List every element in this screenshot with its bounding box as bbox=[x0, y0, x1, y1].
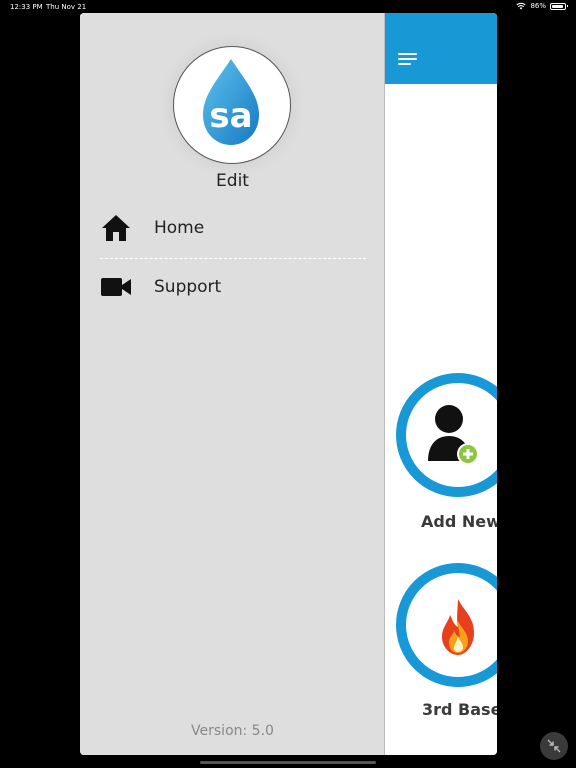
side-drawer: sa Edit Home Support Version: 5.0 bbox=[80, 13, 385, 755]
app-version: Version: 5.0 bbox=[191, 723, 274, 739]
drawer-item-label: Home bbox=[154, 218, 205, 238]
status-time: 12:33 PM bbox=[10, 3, 43, 11]
tile-label: 3rd Base bbox=[422, 700, 497, 719]
tile-label: Add New bbox=[421, 512, 497, 531]
battery-icon bbox=[550, 2, 568, 10]
add-user-icon bbox=[428, 405, 479, 465]
edit-profile-link[interactable]: Edit bbox=[80, 171, 385, 191]
status-bar: 12:33 PM Thu Nov 21 86% bbox=[0, 0, 576, 14]
profile-avatar[interactable]: sa bbox=[173, 46, 291, 164]
hamburger-icon-line bbox=[398, 58, 417, 60]
drawer-item-home[interactable]: Home bbox=[100, 208, 366, 248]
video-camera-icon bbox=[100, 271, 132, 303]
drawer-item-label: Support bbox=[154, 277, 222, 297]
home-icon bbox=[100, 212, 132, 244]
collapse-button[interactable] bbox=[540, 732, 568, 760]
status-right: 86% bbox=[516, 2, 568, 10]
hamburger-icon-line bbox=[398, 63, 411, 65]
wifi-icon bbox=[516, 2, 527, 10]
battery-percent: 86% bbox=[530, 2, 546, 10]
drawer-item-support[interactable]: Support bbox=[100, 267, 366, 307]
flame-icon bbox=[442, 599, 474, 655]
home-indicator[interactable] bbox=[200, 761, 376, 764]
menu-button[interactable] bbox=[398, 51, 418, 67]
logo-text: sa bbox=[209, 96, 252, 136]
app-window: Add New 3rd Base sa Edit Home Support Ve… bbox=[80, 13, 497, 755]
status-date: Thu Nov 21 bbox=[46, 3, 87, 11]
hamburger-icon bbox=[398, 53, 417, 55]
drawer-divider bbox=[100, 258, 366, 259]
app-logo-icon: sa bbox=[203, 59, 259, 145]
collapse-arrows-icon bbox=[547, 739, 561, 753]
